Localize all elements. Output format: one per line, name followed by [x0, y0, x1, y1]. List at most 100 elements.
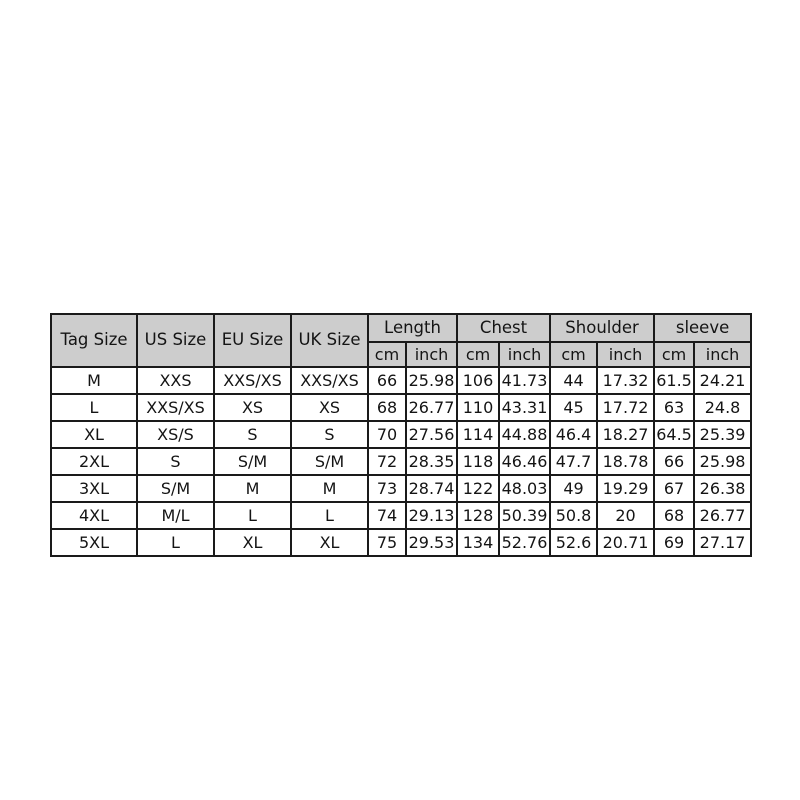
cell-tag-size: 4XL: [50, 501, 138, 530]
cell-chest-inch: 50.39: [498, 501, 552, 530]
cell-chest-inch: 44.88: [498, 420, 552, 449]
cell-length-inch: 27.56: [404, 420, 459, 449]
cell-us-size: L: [136, 528, 215, 557]
unit-header-chest-inch: inch: [498, 341, 552, 368]
cell-chest-cm: 106: [456, 366, 501, 395]
cell-chest-inch: 46.46: [498, 447, 552, 476]
cell-eu-size: S/M: [213, 447, 292, 476]
cell-eu-size: L: [213, 501, 292, 530]
column-group-header-length: Length: [366, 313, 459, 343]
unit-header-sleeve-cm: cm: [653, 341, 696, 368]
cell-shoulder-cm: 47.7: [549, 447, 599, 476]
table-row: L XXS/XS XS XS 68 26.77 110 43.31 45 17.72 63 24.8: [50, 393, 753, 422]
cell-sleeve-inch: 27.17: [693, 528, 753, 557]
table-row: 3XL S/M M M 73 28.74 122 48.03 49 19.29 67 26.38: [50, 474, 753, 503]
cell-sleeve-inch: 25.98: [693, 447, 753, 476]
cell-chest-cm: 118: [456, 447, 501, 476]
cell-shoulder-cm: 49: [549, 474, 599, 503]
column-header-us-size: US Size: [136, 313, 215, 368]
cell-sleeve-inch: 24.21: [693, 366, 753, 395]
unit-header-sleeve-inch: inch: [693, 341, 753, 368]
cell-length-inch: 29.53: [404, 528, 459, 557]
column-header-eu-size: EU Size: [213, 313, 292, 368]
cell-uk-size: XL: [290, 528, 369, 557]
cell-chest-cm: 122: [456, 474, 501, 503]
cell-length-cm: 74: [367, 501, 407, 530]
cell-uk-size: XS: [290, 393, 369, 422]
unit-header-length-inch: inch: [404, 341, 459, 368]
cell-sleeve-inch: 24.8: [693, 393, 753, 422]
cell-shoulder-cm: 44: [549, 366, 599, 395]
cell-chest-inch: 41.73: [498, 366, 552, 395]
cell-shoulder-cm: 52.6: [549, 528, 599, 557]
cell-length-cm: 73: [367, 474, 407, 503]
table-body: M XXS XXS/XS XXS/XS 66 25.98 106 41.73 44 17.32 61…: [50, 366, 753, 557]
cell-tag-size: XL: [50, 420, 138, 449]
cell-length-cm: 72: [367, 447, 407, 476]
column-header-tag-size: Tag Size: [50, 313, 138, 368]
cell-tag-size: 3XL: [50, 474, 138, 503]
cell-us-size: XS/S: [136, 420, 215, 449]
cell-sleeve-cm: 61.5: [653, 366, 696, 395]
cell-shoulder-inch: 19.29: [596, 474, 656, 503]
unit-header-shoulder-inch: inch: [596, 341, 656, 368]
cell-length-cm: 66: [367, 366, 407, 395]
cell-shoulder-cm: 45: [549, 393, 599, 422]
cell-shoulder-inch: 17.32: [596, 366, 656, 395]
table-row: 2XL S S/M S/M 72 28.35 118 46.46 47.7 18.78 66 25.9…: [50, 447, 753, 476]
cell-eu-size: M: [213, 474, 292, 503]
cell-shoulder-cm: 46.4: [549, 420, 599, 449]
table-row: 5XL L XL XL 75 29.53 134 52.76 52.6 20.71 69 27.17: [50, 528, 753, 557]
column-group-header-chest: Chest: [456, 313, 552, 343]
cell-sleeve-cm: 66: [653, 447, 696, 476]
cell-eu-size: XXS/XS: [213, 366, 292, 395]
cell-length-inch: 28.74: [404, 474, 459, 503]
cell-shoulder-inch: 18.27: [596, 420, 656, 449]
table-row: XL XS/S S S 70 27.56 114 44.88 46.4 18.27 64.5 25.3…: [50, 420, 753, 449]
cell-us-size: S: [136, 447, 215, 476]
column-group-header-sleeve: sleeve: [653, 313, 753, 343]
cell-eu-size: XL: [213, 528, 292, 557]
cell-sleeve-inch: 26.38: [693, 474, 753, 503]
cell-chest-cm: 114: [456, 420, 501, 449]
cell-us-size: S/M: [136, 474, 215, 503]
cell-sleeve-cm: 63: [653, 393, 696, 422]
cell-uk-size: S/M: [290, 447, 369, 476]
cell-length-cm: 68: [367, 393, 407, 422]
cell-chest-inch: 48.03: [498, 474, 552, 503]
cell-us-size: XXS: [136, 366, 215, 395]
table-row: M XXS XXS/XS XXS/XS 66 25.98 106 41.73 44 17.32 61…: [50, 366, 753, 395]
cell-shoulder-inch: 20.71: [596, 528, 656, 557]
cell-length-inch: 28.35: [404, 447, 459, 476]
table-row: 4XL M/L L L 74 29.13 128 50.39 50.8 20 68 26.77: [50, 501, 753, 530]
column-group-header-shoulder: Shoulder: [549, 313, 656, 343]
column-header-uk-size: UK Size: [290, 313, 369, 368]
cell-sleeve-cm: 64.5: [653, 420, 696, 449]
table-header: Tag Size US Size EU Size UK Size Length …: [50, 313, 753, 368]
unit-header-chest-cm: cm: [456, 341, 501, 368]
cell-chest-inch: 52.76: [498, 528, 552, 557]
size-chart-container: Tag Size US Size EU Size UK Size Length …: [50, 313, 753, 557]
cell-us-size: XXS/XS: [136, 393, 215, 422]
cell-length-inch: 25.98: [404, 366, 459, 395]
cell-uk-size: M: [290, 474, 369, 503]
cell-shoulder-inch: 18.78: [596, 447, 656, 476]
cell-eu-size: XS: [213, 393, 292, 422]
cell-chest-cm: 128: [456, 501, 501, 530]
cell-length-cm: 70: [367, 420, 407, 449]
cell-us-size: M/L: [136, 501, 215, 530]
cell-length-inch: 26.77: [404, 393, 459, 422]
cell-shoulder-inch: 17.72: [596, 393, 656, 422]
cell-eu-size: S: [213, 420, 292, 449]
cell-chest-inch: 43.31: [498, 393, 552, 422]
cell-sleeve-cm: 68: [653, 501, 696, 530]
table-header-row-groups: Tag Size US Size EU Size UK Size Length …: [50, 313, 753, 368]
cell-sleeve-inch: 25.39: [693, 420, 753, 449]
cell-tag-size: M: [50, 366, 138, 395]
cell-sleeve-inch: 26.77: [693, 501, 753, 530]
cell-uk-size: L: [290, 501, 369, 530]
cell-shoulder-cm: 50.8: [549, 501, 599, 530]
cell-shoulder-inch: 20: [596, 501, 656, 530]
unit-header-length-cm: cm: [367, 341, 407, 368]
cell-chest-cm: 134: [456, 528, 501, 557]
